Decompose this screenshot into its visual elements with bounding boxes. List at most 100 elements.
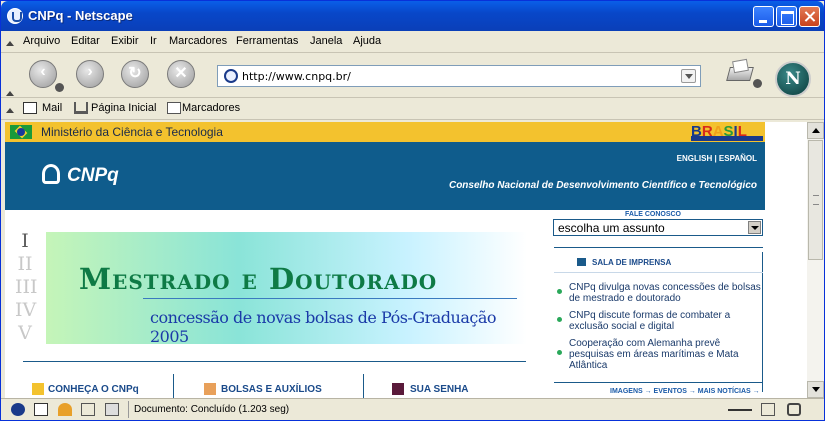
window-title: CNPq - Netscape (28, 8, 133, 23)
conheca-link[interactable]: CONHEÇA O CNPq (48, 384, 139, 395)
stop-button[interactable]: ✕ (167, 60, 195, 88)
banner-page-3[interactable]: III (15, 276, 38, 298)
news-item[interactable]: Cooperação com Alemanha prevê pesquisas … (569, 338, 764, 371)
browser-window: CNPq - Netscape Arquivo Editar Exibir Ir… (0, 0, 825, 421)
status-bar: Documento: Concluído (1.203 seg) (1, 398, 824, 420)
composer-icon[interactable] (81, 403, 95, 416)
online-status-icon[interactable] (728, 409, 752, 411)
bullet-icon (557, 289, 562, 294)
back-history-dropdown-icon[interactable] (55, 83, 64, 92)
reload-icon: ↻ (128, 65, 142, 82)
brazil-flag-icon (10, 125, 32, 139)
conheca-icon (32, 383, 44, 395)
forward-arrow-icon: › (87, 63, 93, 80)
bookmarks-folder-icon (167, 102, 181, 114)
press-heading[interactable]: SALA DE IMPRENSA (592, 258, 671, 267)
menu-editar[interactable]: Editar (71, 35, 100, 47)
press-footer-links[interactable]: IMAGENS → EVENTOS → MAIS NOTÍCIAS → (610, 388, 760, 395)
banner-page-1[interactable]: I (15, 230, 35, 252)
bolsas-icon (204, 383, 216, 395)
banner-page-5[interactable]: V (15, 322, 35, 344)
lock-icon[interactable] (787, 403, 801, 416)
brasil-logo-tagline-bar (691, 136, 763, 141)
forward-button[interactable]: › (76, 60, 104, 88)
contact-subject-select[interactable]: escolha um assunto (553, 219, 763, 236)
minimize-button[interactable] (753, 6, 774, 27)
status-separator (128, 401, 129, 418)
cnpq-header: CNPq ENGLISH | ESPAÑOL Conselho Nacional… (5, 142, 765, 210)
banner-subtitle: concessão de novas bolsas de Pós-Graduaç… (150, 308, 497, 346)
banner-page-2[interactable]: II (15, 253, 35, 275)
select-value: escolha um assunto (558, 221, 665, 235)
cnpq-logo[interactable]: CNPq (67, 165, 119, 187)
brasil-logo[interactable]: BRASIL (691, 123, 763, 141)
menu-bar: Arquivo Editar Exibir Ir Marcadores Ferr… (1, 31, 824, 53)
press-icon (577, 258, 586, 266)
banner-title: Mestrado e Doutorado (79, 262, 438, 296)
stop-icon: ✕ (174, 65, 188, 82)
menu-ferramentas[interactable]: Ferramentas (236, 35, 298, 47)
security-info-icon[interactable] (761, 403, 775, 416)
site-icon (224, 69, 238, 83)
mail-button[interactable]: Mail (42, 102, 62, 114)
ministry-link[interactable]: Ministério da Ciência e Tecnologia (41, 125, 223, 139)
scroll-thumb[interactable] (808, 140, 823, 260)
chevron-down-icon[interactable] (748, 221, 761, 234)
print-dropdown-icon[interactable] (753, 79, 762, 88)
promo-banner[interactable]: Mestrado e Doutorado concessão de novas … (46, 232, 527, 346)
instant-messenger-icon[interactable] (58, 403, 72, 416)
ministry-bar: Ministério da Ciência e Tecnologia BRASI… (5, 122, 765, 142)
url-history-dropdown-icon[interactable] (681, 69, 696, 83)
home-icon (74, 102, 88, 114)
url-text[interactable]: http://www.cnpq.br/ (242, 70, 351, 83)
news-item[interactable]: CNPq discute formas de combater a exclus… (569, 310, 764, 332)
cnpq-logo-icon (42, 164, 60, 184)
close-button[interactable] (799, 6, 820, 27)
senha-link[interactable]: SUA SENHA (410, 384, 469, 395)
link-separator (363, 374, 364, 398)
language-links[interactable]: ENGLISH | ESPAÑOL (677, 154, 757, 163)
netscape-logo[interactable]: N (775, 61, 811, 97)
news-item[interactable]: CNPq divulga novas concessões de bolsas … (569, 282, 764, 304)
toolbar-grip-icon[interactable] (6, 108, 14, 113)
scroll-up-button[interactable] (807, 122, 824, 139)
section-divider (23, 361, 526, 362)
title-bar[interactable]: CNPq - Netscape (1, 1, 824, 31)
back-arrow-icon: ‹ (40, 63, 46, 80)
banner-divider (143, 298, 517, 299)
netscape-icon (7, 8, 23, 24)
press-divider (554, 272, 763, 273)
menu-exibir[interactable]: Exibir (111, 35, 139, 47)
mail-status-icon[interactable] (34, 403, 48, 416)
bullet-icon (557, 350, 562, 355)
toolbar-grip-icon[interactable] (6, 41, 14, 46)
bookmarks-button[interactable]: Marcadores (182, 102, 240, 114)
web-page-content: Ministério da Ciência e Tecnologia BRASI… (5, 122, 808, 398)
bullet-icon (557, 317, 562, 322)
netscape-status-icon[interactable] (11, 403, 25, 416)
reload-button[interactable]: ↻ (121, 60, 149, 88)
personal-toolbar: Mail Página Inicial Marcadores (1, 98, 824, 120)
scroll-down-button[interactable] (807, 381, 824, 398)
menu-janela[interactable]: Janela (310, 35, 342, 47)
panel-divider (554, 247, 763, 248)
bolsas-link[interactable]: BOLSAS E AUXÍLIOS (221, 384, 322, 395)
back-button[interactable]: ‹ (29, 60, 57, 88)
print-icon[interactable] (724, 59, 756, 85)
url-bar[interactable]: http://www.cnpq.br/ (217, 65, 701, 87)
home-button[interactable]: Página Inicial (91, 102, 156, 114)
navigation-toolbar: ‹ › ↻ ✕ http://www.cnpq.br/ N (1, 53, 824, 98)
toolbar-grip-icon[interactable] (6, 91, 14, 96)
menu-arquivo[interactable]: Arquivo (23, 35, 60, 47)
maximize-button[interactable] (776, 6, 797, 27)
senha-icon (392, 383, 404, 395)
address-book-icon[interactable] (105, 403, 119, 416)
link-separator (173, 374, 174, 398)
menu-marcadores[interactable]: Marcadores (169, 35, 227, 47)
menu-ir[interactable]: Ir (150, 35, 157, 47)
banner-page-4[interactable]: IV (15, 299, 36, 321)
council-name: Conselho Nacional de Desenvolvimento Cie… (448, 180, 757, 191)
menu-ajuda[interactable]: Ajuda (353, 35, 381, 47)
vertical-scrollbar[interactable] (807, 122, 824, 398)
contact-label: FALE CONOSCO (625, 211, 682, 218)
